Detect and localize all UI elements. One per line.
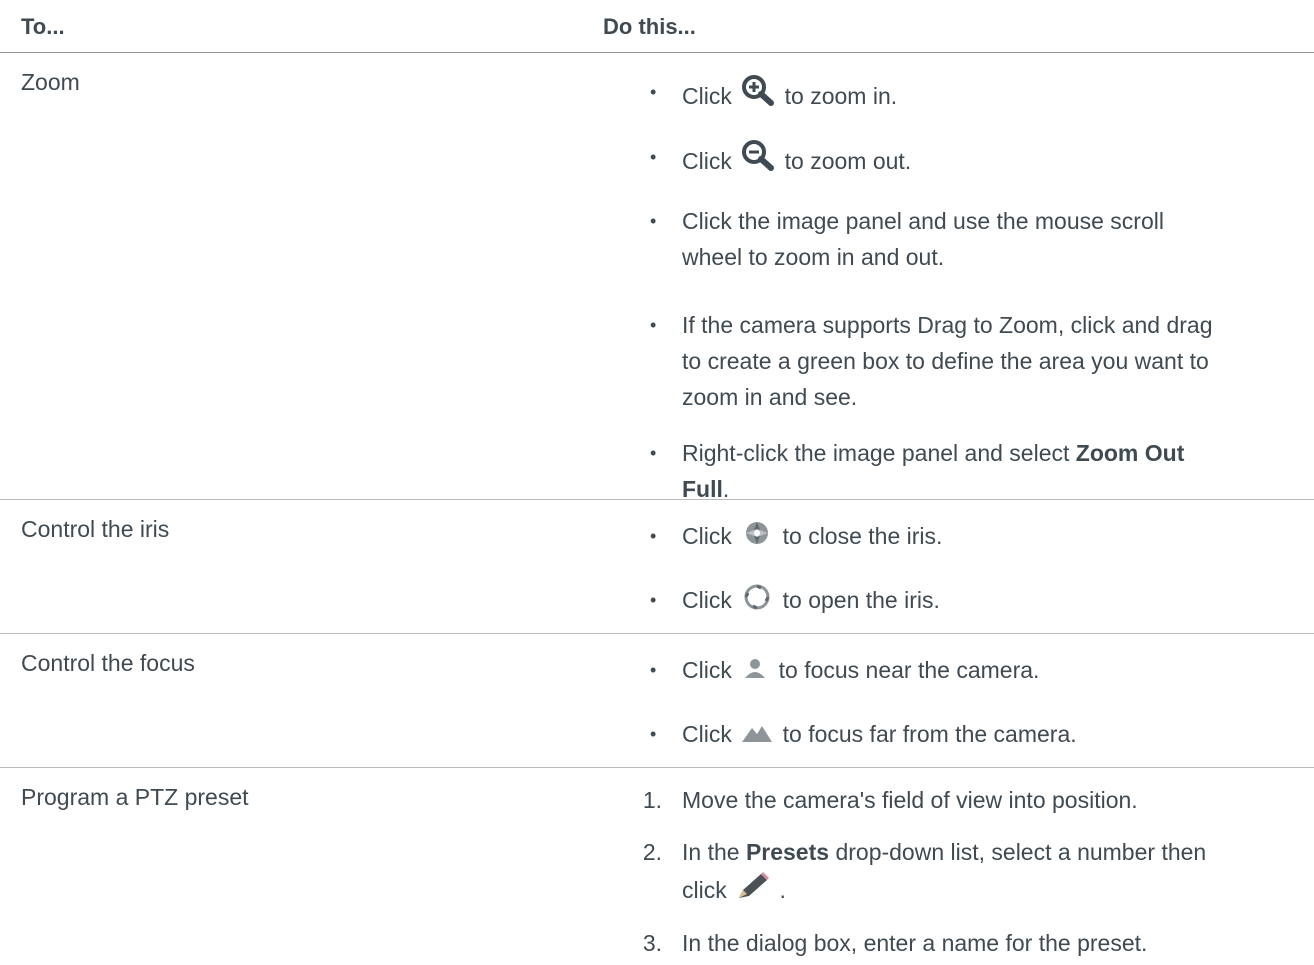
bullet: •: [650, 660, 657, 680]
step-number: 3.: [642, 930, 662, 956]
item-text: to focus near the camera.: [778, 657, 1040, 683]
item-text-line: Click the image panel and use the mouse …: [682, 208, 1164, 234]
item-text: Click: [682, 657, 732, 683]
bullet: •: [650, 315, 657, 335]
item-text: Move the camera's field of view into pos…: [682, 787, 1138, 813]
step-number: 2.: [642, 839, 662, 865]
iris-close-icon: [740, 518, 774, 558]
item-text: In the dialog box, enter a name for the …: [682, 930, 1148, 956]
item-text: Click: [682, 83, 732, 109]
zoom-out-full-label: Zoom Out: [1075, 440, 1185, 466]
item-text: Click: [682, 148, 732, 174]
item-text: Click: [682, 721, 732, 747]
item-text-line: to create a green box to define the area…: [682, 348, 1209, 374]
focus-far-icon: [740, 720, 774, 756]
zoom-in-icon: [740, 74, 776, 118]
zoom-out-full-label-cont: Full: [682, 476, 723, 502]
item-text: click: [682, 877, 727, 903]
table-row-zoom: Zoom • Click to zoom in. • Click to zoom…: [0, 53, 1314, 502]
pencil-icon: [735, 870, 771, 912]
item-text: to zoom out.: [784, 148, 912, 174]
item-text: Click: [682, 523, 732, 549]
bullet: •: [650, 211, 657, 231]
iris-open-icon: [740, 582, 774, 622]
row-label-zoom: Zoom: [21, 69, 80, 95]
zoom-out-icon: [740, 139, 776, 183]
bullet: •: [650, 590, 657, 610]
bullet: •: [650, 147, 657, 167]
item-text: .: [779, 877, 786, 903]
item-text-line: wheel to zoom in and out.: [682, 244, 945, 270]
item-text: to zoom in.: [784, 83, 898, 109]
item-text-line: If the camera supports Drag to Zoom, cli…: [682, 312, 1213, 338]
item-text: to open the iris.: [782, 587, 940, 613]
item-text: to focus far from the camera.: [782, 721, 1077, 747]
table-header: To... Do this...: [0, 0, 1314, 53]
presets-label: Presets: [745, 839, 830, 865]
step-number: 1.: [642, 787, 662, 813]
header-do-this: Do this...: [603, 14, 696, 39]
bullet: •: [650, 724, 657, 744]
item-text: Click: [682, 587, 732, 613]
table-row-ptz-preset: Program a PTZ preset 1. Move the camera'…: [0, 768, 1314, 965]
instructions-table: To... Do this... Zoom • Click to zoom in…: [0, 0, 1314, 965]
bullet: •: [650, 526, 657, 546]
table-row-iris: Control the iris • Click to close the ir…: [0, 500, 1314, 634]
bullet: •: [650, 82, 657, 102]
item-text-line: zoom in and see.: [682, 384, 858, 410]
row-label-ptz-preset: Program a PTZ preset: [21, 784, 249, 810]
item-text: .: [722, 476, 730, 502]
item-text: In the: [682, 839, 746, 865]
focus-near-icon: [740, 656, 770, 692]
bullet: •: [650, 443, 657, 463]
item-text: drop-down list, select a number then: [829, 839, 1207, 865]
item-text: Right-click the image panel and select: [682, 440, 1076, 466]
header-to: To...: [21, 14, 65, 39]
table-row-focus: Control the focus • Click to focus near …: [0, 634, 1314, 768]
row-label-focus: Control the focus: [21, 650, 195, 676]
item-text: to close the iris.: [782, 523, 943, 549]
row-label-iris: Control the iris: [21, 516, 170, 542]
